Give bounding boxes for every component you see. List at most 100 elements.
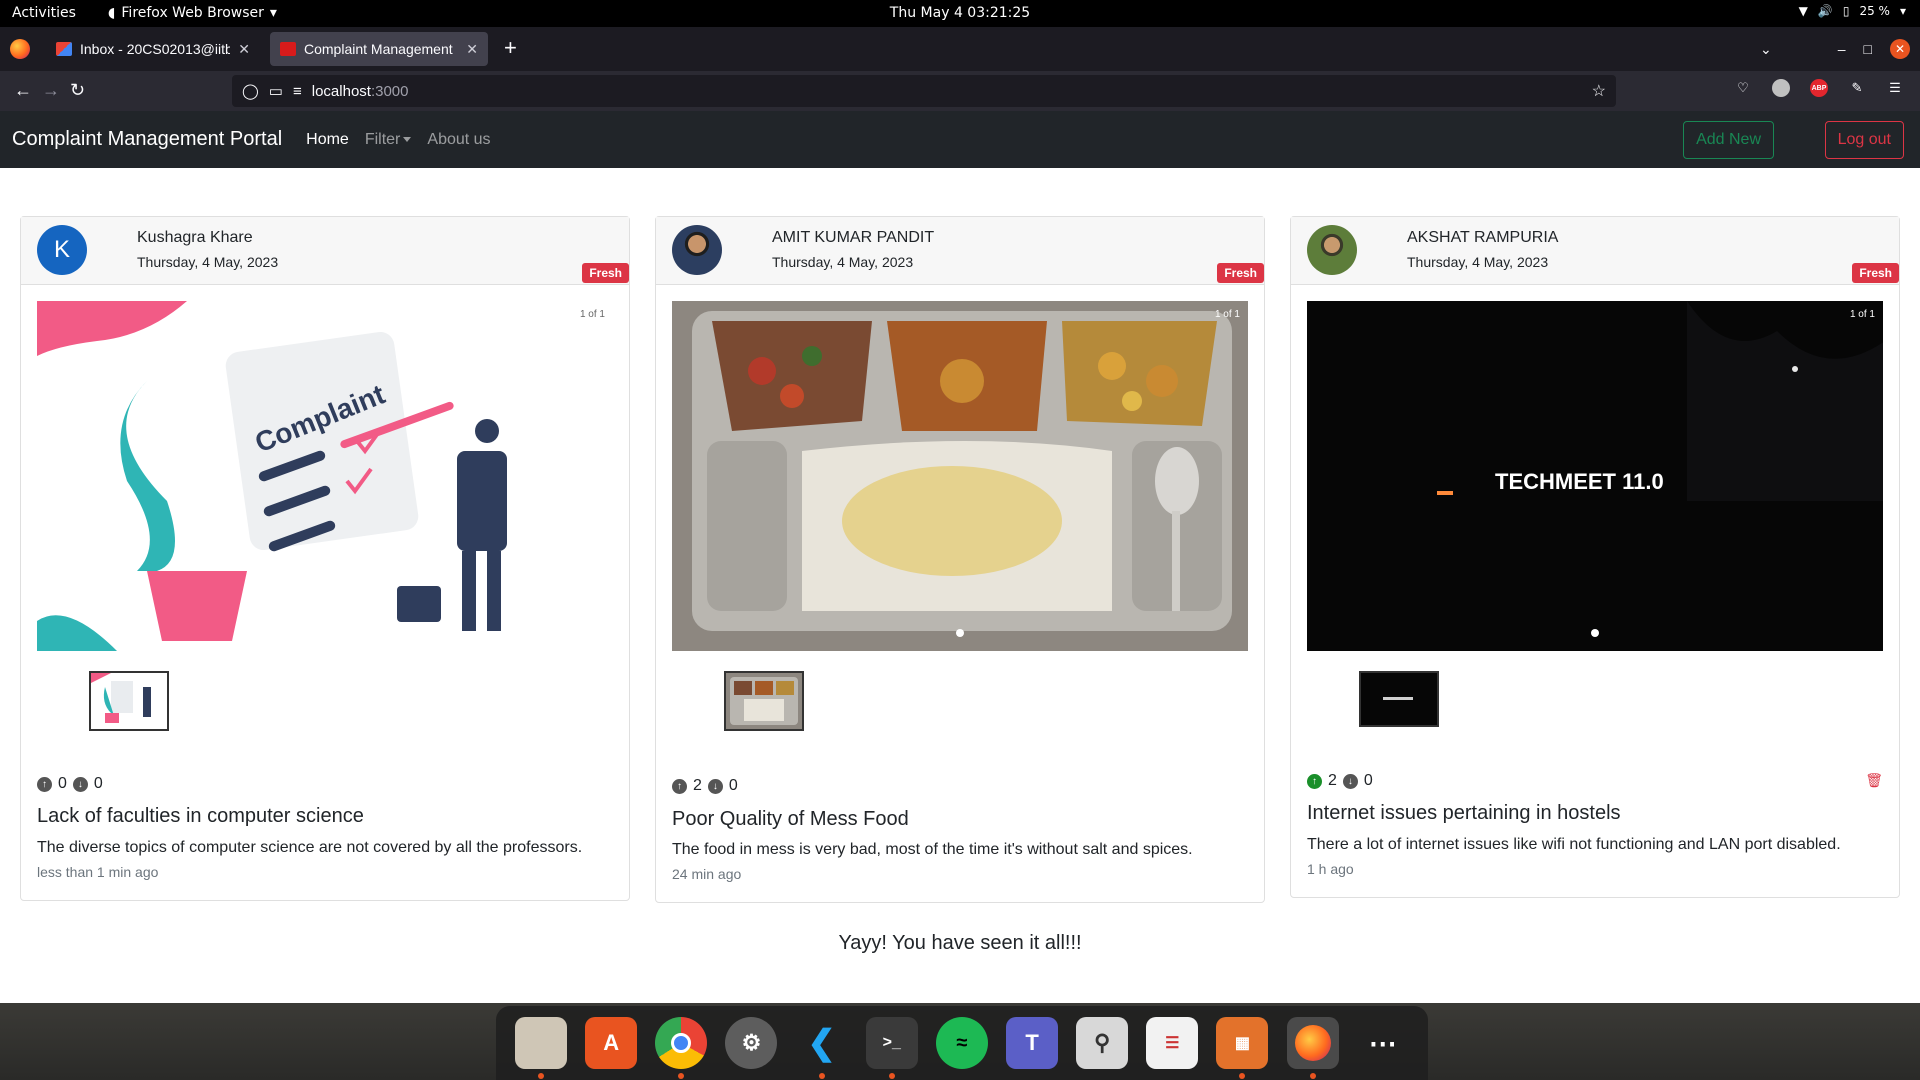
battery-icon: ▯ [1842,4,1850,18]
forward-arrow-icon[interactable]: → [42,80,60,100]
upvote-count: 0 [58,775,67,792]
delete-trash-icon[interactable]: 🗑 [1865,772,1883,789]
complaint-image-carousel[interactable]: Complaint 1 of 1 [37,301,613,651]
thumbnail-image [91,673,151,723]
show-apps-grid-icon[interactable]: ⋯ [1357,1017,1409,1069]
minimize-icon[interactable]: – [1838,41,1846,57]
status-badge: Fresh [582,263,629,283]
system-tray[interactable]: ▼ 🔊 ▯ 25 % ▾ [1799,4,1906,18]
spotify-icon[interactable]: ≈ [935,1017,988,1069]
url-bar[interactable]: ◯ ▭ ≡ localhost:3000 ☆ [232,75,1616,107]
teams-icon[interactable]: T [1006,1017,1059,1069]
slide-counter: 1 of 1 [579,309,605,320]
firefox-dock-icon[interactable] [1286,1017,1339,1079]
card-header: AKSHAT RAMPURIA Thursday, 4 May, 2023 Fr… [1291,217,1899,285]
upvote-icon[interactable]: ↑ [1307,773,1322,789]
upvote-icon[interactable]: ↑ [672,778,687,794]
app-center-icon[interactable]: A [585,1017,638,1069]
downvote-icon[interactable]: ↓ [1342,773,1358,789]
reload-icon[interactable]: ↻ [70,80,85,100]
complaint-author: Kushagra Khare [137,229,253,246]
image-thumbnail[interactable] [724,671,804,731]
avatar [1307,225,1357,275]
extension-avatar-icon[interactable] [1772,79,1790,97]
permissions-icon[interactable]: ≡ [293,83,302,100]
chrome-icon[interactable] [655,1017,708,1079]
slide-counter: 1 of 1 [1214,309,1240,320]
image-thumbnail[interactable] [1359,671,1439,727]
gmail-icon [56,42,72,56]
downvote-count: 0 [1363,772,1373,789]
complaint-time: less than 1 min ago [37,864,159,880]
upvote-count: 2 [1328,772,1337,789]
nav-home[interactable]: Home [306,131,349,149]
document-viewer-icon[interactable]: ☰ [1146,1017,1199,1069]
close-icon[interactable]: ✕ [466,41,478,58]
complaint-date: Thursday, 4 May, 2023 [1407,254,1549,270]
vote-bar: ↑ 2 ↓ 0 [672,777,738,795]
complaint-date: Thursday, 4 May, 2023 [137,254,279,270]
adblock-plus-icon[interactable]: ABP [1810,79,1828,97]
downvote-icon[interactable]: ↓ [707,778,723,794]
close-window-icon[interactable]: ✕ [1890,39,1910,59]
desktop-dock-area: A ⚙ ❮ >_ ≈ T ⚲ ☰ ▦ ⋯ [0,1003,1920,1080]
thumbnail-image [1361,673,1437,725]
complaint-image-carousel[interactable]: 1 of 1 [672,301,1248,651]
complaint-title[interactable]: Lack of faculties in computer science [37,805,364,828]
upvote-icon[interactable]: ↑ [37,776,52,792]
downvote-icon[interactable]: ↓ [72,776,88,792]
mess-food-photo [672,301,1248,651]
impress-icon[interactable]: ▦ [1216,1017,1269,1079]
complaint-time: 24 min ago [672,866,742,882]
maximize-icon[interactable]: □ [1864,41,1872,57]
close-icon[interactable]: ✕ [238,41,250,58]
terminal-icon[interactable]: >_ [865,1017,918,1079]
image-thumbnail[interactable] [89,671,169,731]
settings-icon[interactable]: ⚙ [725,1017,778,1069]
carousel-indicator[interactable] [956,629,964,637]
hamburger-menu-icon[interactable]: ☰ [1886,79,1904,97]
nav-filter-dropdown[interactable]: Filter [365,131,412,149]
complaint-description: The diverse topics of computer science a… [37,839,583,856]
battery-percent: 25 % [1859,4,1890,18]
list-tabs-icon[interactable]: ⌄ [1760,41,1772,58]
tab-complaint-management[interactable]: Complaint Management ✕ [270,32,488,66]
site-brand[interactable]: Complaint Management Portal [12,128,282,151]
shield-icon[interactable]: ◯ [242,82,259,100]
browser-toolbar: ← → ↻ ◯ ▭ ≡ localhost:3000 ☆ ♡ ABP ✎ ☰ [0,71,1920,111]
caret-down-icon [403,136,412,142]
complaint-title[interactable]: Internet issues pertaining in hostels [1307,802,1621,825]
complaint-time: 1 h ago [1307,861,1354,877]
files-icon[interactable] [515,1017,568,1079]
complaint-description: The food in mess is very bad, most of th… [672,841,1193,858]
add-new-button[interactable]: Add New [1683,121,1774,159]
carousel-indicator[interactable] [1591,629,1599,637]
firefox-view-icon[interactable] [10,39,30,59]
logout-button[interactable]: Log out [1824,121,1904,159]
tab-inbox[interactable]: Inbox - 20CS02013@iitbb ✕ [46,32,260,66]
avatar: K [37,225,87,275]
bookmark-star-icon[interactable]: ☆ [1592,81,1606,101]
complaint-title[interactable]: Poor Quality of Mess Food [672,808,909,831]
vscode-icon[interactable]: ❮ [796,1017,848,1079]
vote-bar: ↑ 2 ↓ 0 [1307,772,1373,790]
sign-text: TECHMEET 11.0 [1495,469,1664,494]
url-port: :3000 [370,82,409,100]
extensions-puzzle-icon[interactable]: ✎ [1848,79,1866,97]
complaint-card: AKSHAT RAMPURIA Thursday, 4 May, 2023 Fr… [1290,216,1900,898]
tab-title: Complaint Management [304,41,453,57]
pocket-icon[interactable]: ♡ [1734,79,1752,97]
back-arrow-icon[interactable]: ← [14,80,32,100]
window-controls: ⌄ – □ ✕ [1760,27,1920,71]
complaint-image-carousel[interactable]: TECHMEET 11.0 1 of 1 [1307,301,1883,651]
site-favicon-icon [280,42,296,56]
nav-about[interactable]: About us [427,131,490,149]
page-icon[interactable]: ▭ [269,82,283,100]
clock[interactable]: Thu May 4 03:21:25 [0,5,1920,21]
new-tab-icon[interactable]: + [504,37,517,59]
status-badge: Fresh [1217,263,1264,283]
card-header: AMIT KUMAR PANDIT Thursday, 4 May, 2023 … [656,217,1264,285]
volume-icon: 🔊 [1817,4,1833,18]
image-viewer-icon[interactable]: ⚲ [1076,1017,1129,1069]
complaint-card: AMIT KUMAR PANDIT Thursday, 4 May, 2023 … [655,216,1265,903]
